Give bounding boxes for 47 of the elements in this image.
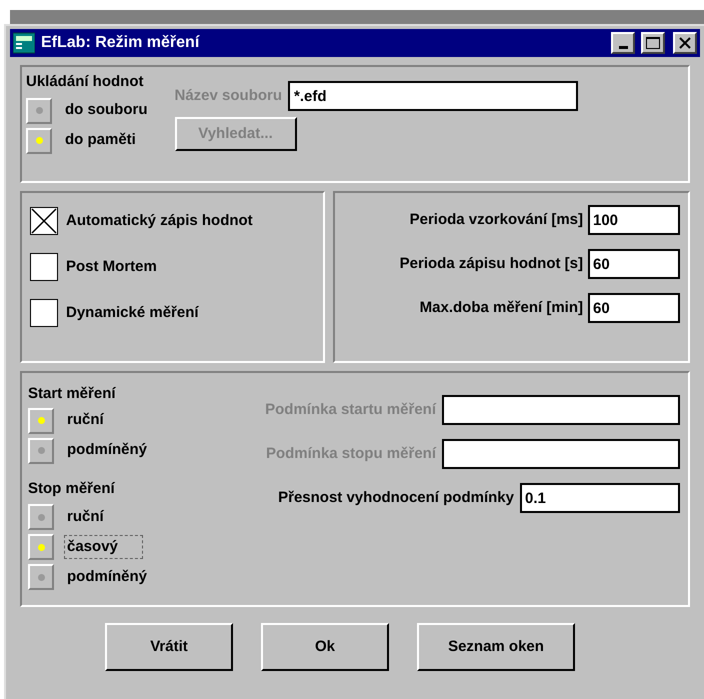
input-field[interactable]: 100 <box>588 205 680 235</box>
option-label: podmíněný <box>66 566 148 587</box>
radio-button[interactable] <box>28 564 54 590</box>
maximize-icon <box>646 37 660 49</box>
checkbox-label: Dynamické měření <box>66 302 199 323</box>
checkbox-label: Automatický zápis hodnot <box>66 210 253 231</box>
app-icon <box>13 32 35 54</box>
field-label: Přesnost vyhodnocení podmínky <box>278 488 514 508</box>
input-field[interactable]: 60 <box>588 249 680 279</box>
radio-button[interactable] <box>28 534 54 560</box>
group-heading: Stop měření <box>28 478 115 498</box>
field-label: Perioda vzorkování [ms] <box>410 210 583 230</box>
close-button[interactable] <box>673 32 697 54</box>
option-label: podmíněný <box>66 440 148 460</box>
radio-button[interactable] <box>26 128 52 154</box>
radio-button[interactable] <box>28 504 54 530</box>
radio-button[interactable] <box>26 98 52 124</box>
checkbox[interactable] <box>30 253 58 281</box>
dialog-button[interactable]: Vrátit <box>105 623 233 671</box>
field-label: Podmínka startu měření <box>265 400 436 420</box>
option-label: ruční <box>66 410 105 430</box>
option-label: do souboru <box>64 100 148 120</box>
option-label: ruční <box>66 506 105 527</box>
radio-button[interactable] <box>28 408 54 434</box>
radio-button[interactable] <box>28 438 54 464</box>
option-label: časový <box>64 534 143 560</box>
input-field[interactable]: 60 <box>588 293 680 323</box>
minimize-icon <box>618 46 628 49</box>
maximize-button[interactable] <box>641 32 665 54</box>
checkbox-label: Post Mortem <box>66 256 157 277</box>
checkbox[interactable] <box>30 299 58 327</box>
dialog-button[interactable]: Ok <box>261 623 389 671</box>
close-icon <box>679 37 691 49</box>
option-label: do paměti <box>64 130 137 150</box>
input-field[interactable] <box>442 439 680 469</box>
field-label: Perioda zápisu hodnot [s] <box>400 254 583 274</box>
checkbox[interactable] <box>30 207 58 235</box>
input-field[interactable] <box>442 395 680 425</box>
group-heading: Ukládání hodnot <box>26 72 144 92</box>
field-label: Max.doba měření [min] <box>420 298 583 318</box>
dialog-button[interactable]: Seznam oken <box>417 623 575 671</box>
field-label: Podmínka stopu měření <box>266 444 436 464</box>
field-label: Název souboru <box>174 86 282 106</box>
minimize-button[interactable] <box>611 32 635 54</box>
window-title: EfLab: Režim měření <box>41 33 201 53</box>
group-heading: Start měření <box>28 384 116 404</box>
input-field[interactable]: 0.1 <box>520 483 680 513</box>
